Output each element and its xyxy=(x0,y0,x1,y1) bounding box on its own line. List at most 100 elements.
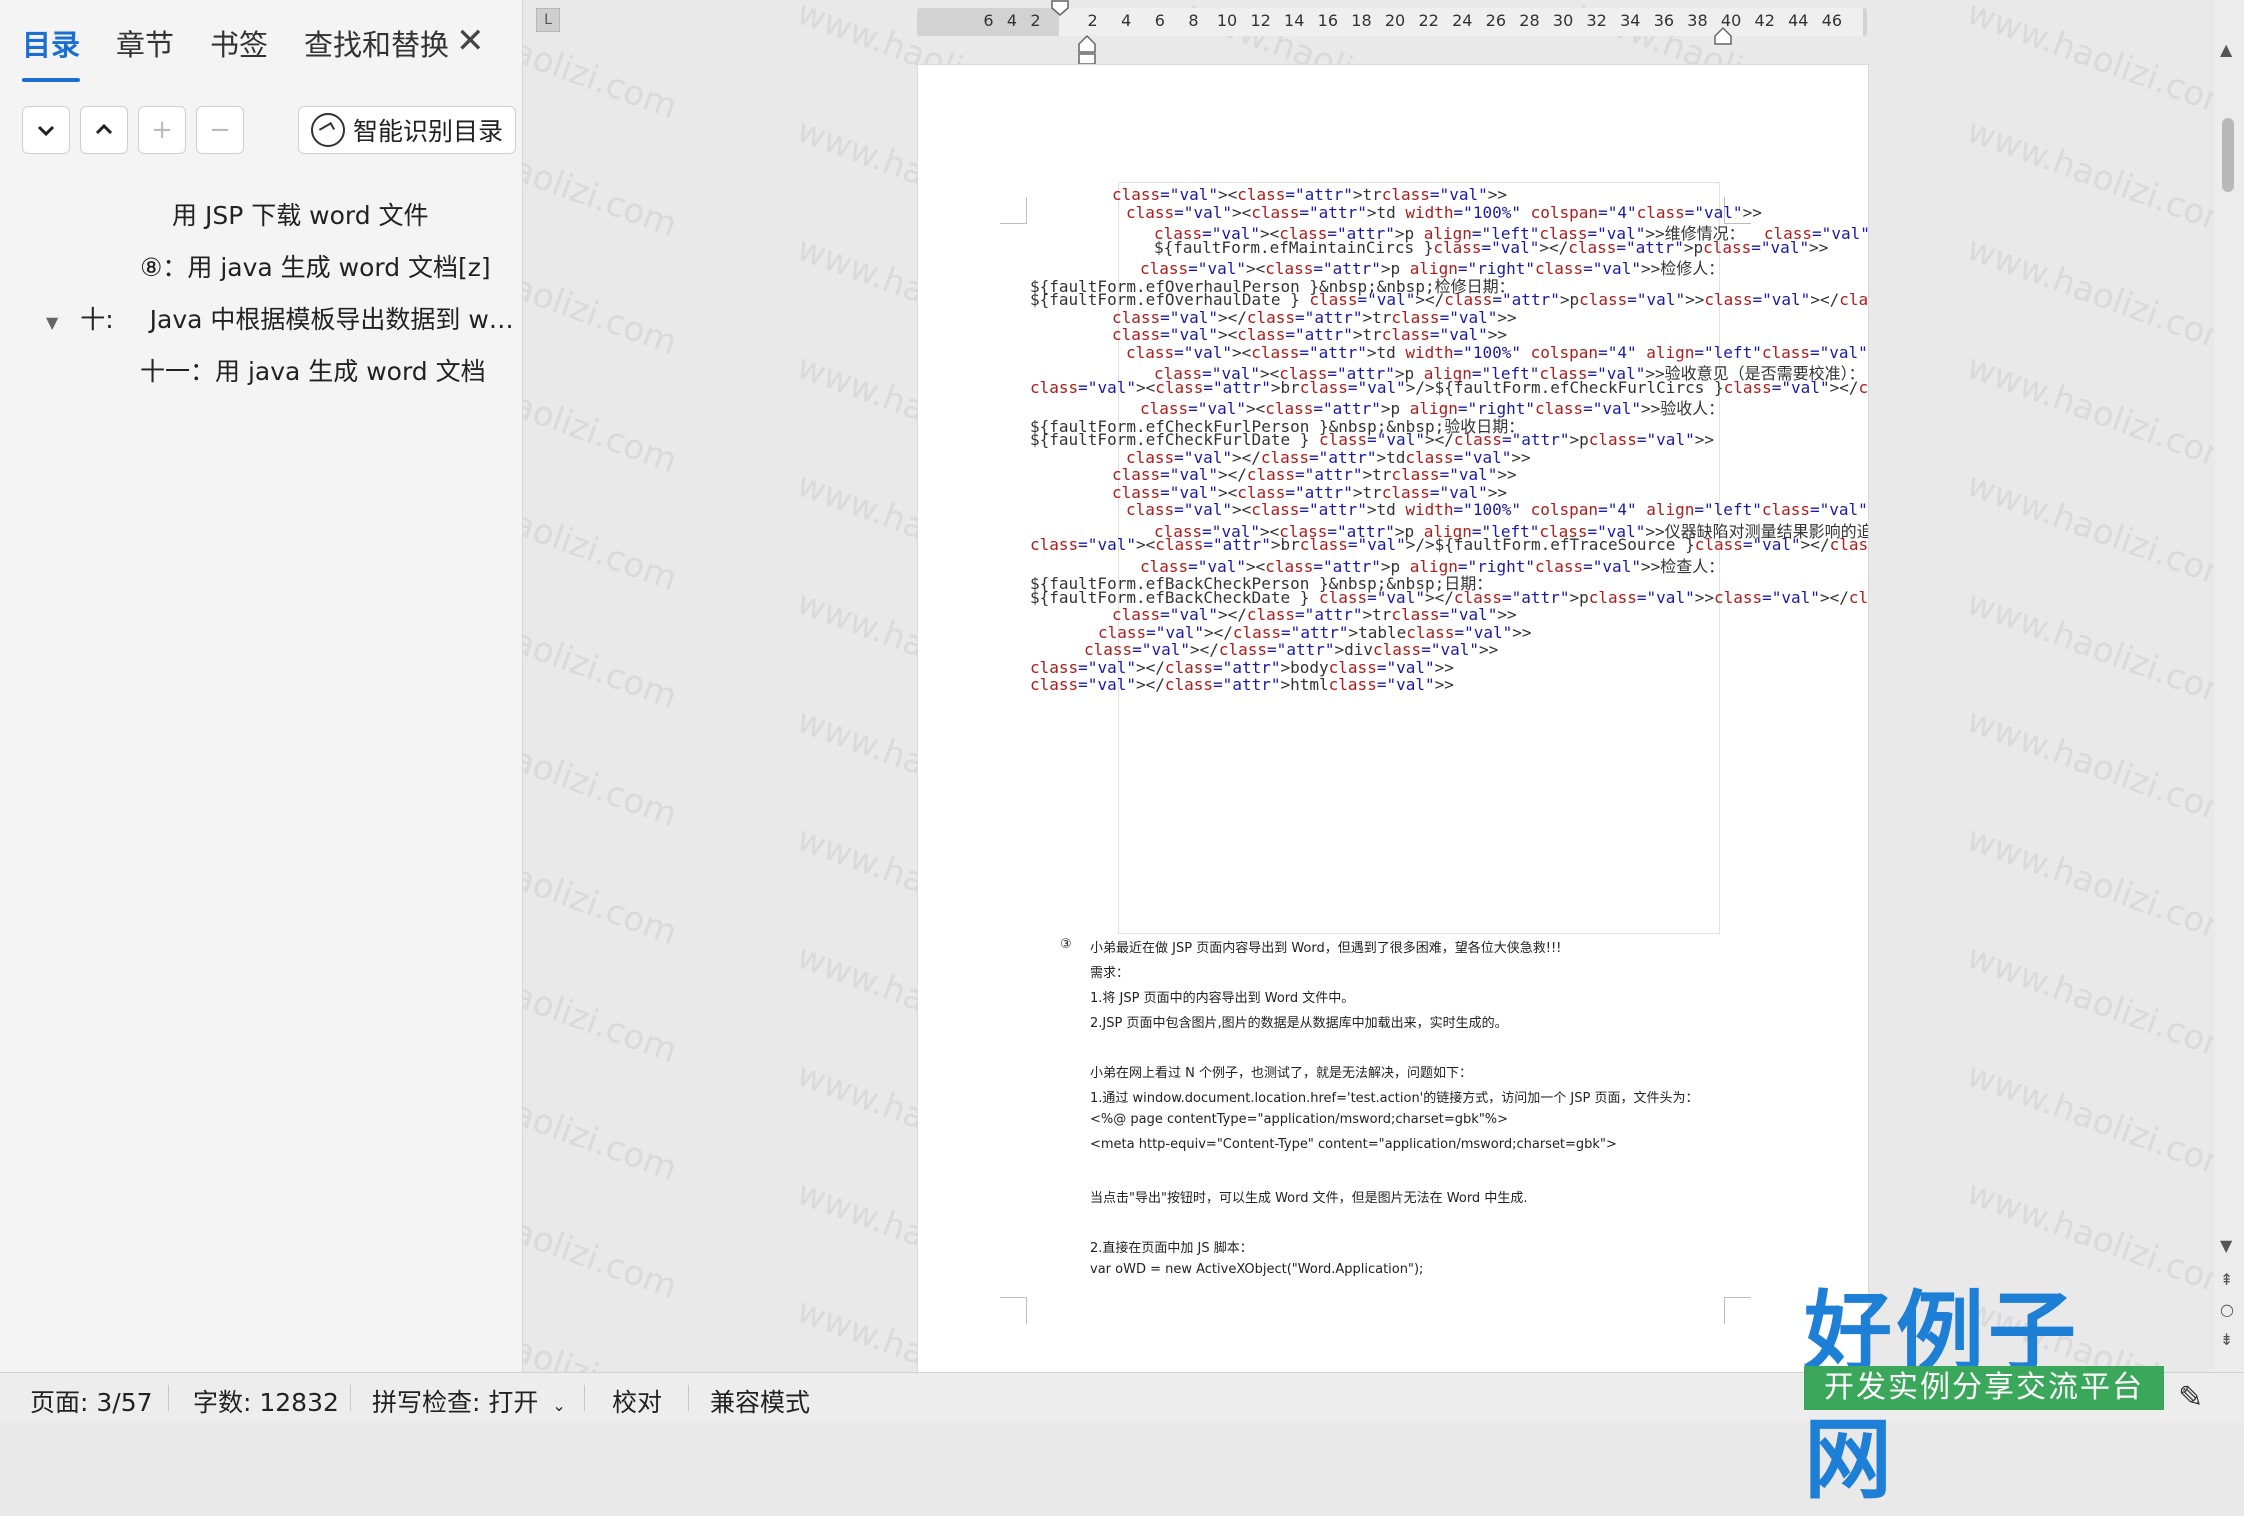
ruler-number: 26 xyxy=(1485,11,1507,30)
scroll-up-icon[interactable]: ▲ xyxy=(2220,40,2232,59)
watermark-text: www.haolizi.com xyxy=(1961,464,2243,600)
ruler-number: 18 xyxy=(1351,11,1372,30)
dropdown-caret-icon: ⌄ xyxy=(552,1396,566,1415)
paragraph-line: <meta http-equiv="Content-Type" content=… xyxy=(1090,1137,1617,1152)
crop-mark xyxy=(1724,1297,1751,1324)
watermark-text: www.haolizi.com xyxy=(1961,818,2243,954)
collapse-triangle-icon[interactable]: ▼ xyxy=(46,313,58,332)
word-count[interactable]: 字数: 12832 xyxy=(193,1383,339,1419)
document-page[interactable]: class="val"><class="attr">trclass="val">… xyxy=(917,64,1869,1374)
paragraph-line: 小弟在网上看过 N 个例子，也测试了，就是无法解决，问题如下： xyxy=(1090,1066,1472,1081)
paragraph-line: 2.JSP 页面中包含图片,图片的数据是从数据库中加载出来，实时生成的。 xyxy=(1090,1016,1508,1031)
tab-stop-selector[interactable]: L xyxy=(536,8,560,32)
code-line: class="val"></class="attr">bodyclass="va… xyxy=(1030,657,1454,677)
toc-item-expandable[interactable]: ▼ 十: Java 中根据模板导出数据到 w… xyxy=(46,300,514,336)
smart-toc-button[interactable]: 智能识别目录 xyxy=(298,106,517,154)
vertical-scrollbar[interactable]: ▲ ▼ ⇞ ○ ⇟ xyxy=(2214,0,2244,1372)
paragraph-line: var oWD = new ActiveXObject("Word.Applic… xyxy=(1090,1262,1424,1277)
ruler-number: 46 xyxy=(1821,11,1843,30)
pen-icon[interactable]: ✎ xyxy=(2178,1380,2203,1415)
site-logo: 好例子网 开发实例分享交流平台 xyxy=(1800,1262,2166,1511)
ruler-number: 38 xyxy=(1687,11,1708,30)
watermark-text: www.haolizi.com xyxy=(1961,700,2243,836)
ruler-number: 4 xyxy=(1121,11,1132,30)
minus-icon: − xyxy=(209,115,231,145)
watermark-text: www.haolizi.com xyxy=(1961,582,2243,718)
ruler-number: 20 xyxy=(1384,11,1406,30)
close-pane-icon[interactable]: ✕ xyxy=(456,24,485,58)
ruler-number: 6 xyxy=(1154,11,1165,30)
next-page-icon[interactable]: ⇟ xyxy=(2220,1330,2233,1349)
code-line: class="val"><class="attr">brclass="val">… xyxy=(1030,377,1869,397)
ruler-number: 12 xyxy=(1250,11,1271,30)
code-line: class="val"><class="attr">td width="100%… xyxy=(1126,202,1762,222)
paragraph-line: 小弟最近在做 JSP 页面内容导出到 Word，但遇到了很多困难，望各位大侠急救… xyxy=(1090,941,1562,956)
tab-bookmarks[interactable]: 书签 xyxy=(210,22,268,72)
crop-mark xyxy=(1000,1297,1027,1324)
watermark-text: www.haolizi.com xyxy=(1961,110,2243,246)
code-line: class="val"><class="attr">trclass="val">… xyxy=(1112,185,1507,204)
chevron-up-icon xyxy=(95,123,113,135)
add-entry-button[interactable]: + xyxy=(138,106,186,154)
list-marker: ③ xyxy=(1060,937,1072,952)
tab-toc[interactable]: 目录 xyxy=(22,22,81,82)
toc-item[interactable]: ⑧：用 java 生成 word 文档[z] xyxy=(140,248,491,284)
ruler-number: 8 xyxy=(1188,11,1199,30)
toc-item[interactable]: 十一：用 java 生成 word 文档 xyxy=(140,352,486,388)
ruler-number: 24 xyxy=(1452,11,1473,30)
tab-find-replace[interactable]: 查找和替换 xyxy=(304,22,449,72)
paragraph-line: <%@ page contentType="application/msword… xyxy=(1090,1112,1509,1127)
tab-chapters[interactable]: 章节 xyxy=(116,22,174,72)
divider xyxy=(350,1385,351,1411)
code-line: ${faultForm.efOverhaulDate } class="val"… xyxy=(1030,290,1869,309)
divider xyxy=(168,1385,169,1411)
page-indicator[interactable]: 页面: 3/57 xyxy=(30,1383,153,1419)
crop-mark xyxy=(1000,197,1027,224)
paragraph-line: 1.通过 window.document.location.href='test… xyxy=(1090,1091,1699,1106)
proofread-button[interactable]: 校对 xyxy=(612,1383,662,1419)
ruler-number: 32 xyxy=(1586,11,1607,30)
code-line: class="val"><class="attr">td width="100%… xyxy=(1126,500,1868,519)
smart-detect-icon xyxy=(311,113,345,147)
watermark-text: www.haolizi.com xyxy=(1961,1054,2243,1190)
compat-mode-label: 兼容模式 xyxy=(710,1388,811,1417)
code-line: class="val"><class="attr">brclass="val">… xyxy=(1030,535,1869,554)
watermark-text: www.haolizi.com xyxy=(1961,346,2243,482)
watermark-text: www.haolizi.com xyxy=(1961,936,2243,1072)
ruler-number: 30 xyxy=(1552,11,1574,30)
scrollbar-thumb[interactable] xyxy=(2222,118,2234,192)
toc-item[interactable]: 用 JSP 下载 word 文件 xyxy=(172,196,429,232)
left-indent-marker[interactable] xyxy=(1077,26,1097,66)
first-line-indent-marker[interactable] xyxy=(1051,0,1069,20)
ruler-number: 2 xyxy=(1030,11,1041,30)
horizontal-ruler[interactable]: 6 4 2 2 4 6 8 10 12 14 16 18 20 22 24 26 28 30 32 34 36 38 40 4… xyxy=(917,0,1867,65)
ruler-number: 28 xyxy=(1519,11,1540,30)
remove-entry-button[interactable]: − xyxy=(196,106,244,154)
divider xyxy=(584,1385,585,1411)
nav-tabs: 目录 章节 书签 查找和替换 xyxy=(22,22,485,82)
navigation-pane: 目录 章节 书签 查找和替换 ✕ + − 智能识别目录 用 JSP 下载 wor… xyxy=(0,0,523,1372)
code-line: class="val"></class="attr">tableclass="v… xyxy=(1098,622,1532,642)
chevron-down-icon xyxy=(37,125,55,137)
ruler-number: 6 xyxy=(983,11,994,30)
select-browse-icon[interactable]: ○ xyxy=(2220,1300,2234,1319)
watermark-text: www.haolizi.com xyxy=(1961,0,2243,128)
toc-toolbar: + − 智能识别目录 xyxy=(22,106,517,154)
code-line: class="val"></class="attr">trclass="val"… xyxy=(1112,605,1517,624)
prev-page-icon[interactable]: ⇞ xyxy=(2220,1270,2233,1289)
code-line: ${faultForm.efBackCheckDate } class="val… xyxy=(1030,587,1869,607)
scroll-down-icon[interactable]: ▼ xyxy=(2220,1236,2232,1255)
paragraph-line: 1.将 JSP 页面中的内容导出到 Word 文件中。 xyxy=(1090,991,1355,1006)
ruler-number: 14 xyxy=(1284,11,1305,30)
collapse-up-button[interactable] xyxy=(80,106,128,154)
spell-check-toggle[interactable]: 拼写检查: 打开 ⌄ xyxy=(372,1383,566,1419)
ruler-number: 36 xyxy=(1653,11,1675,30)
ruler-number: 4 xyxy=(1006,11,1018,30)
code-line: class="val"><class="attr">td width="100%… xyxy=(1126,342,1868,362)
right-indent-marker[interactable] xyxy=(1713,24,1733,46)
ruler-number: 34 xyxy=(1620,11,1641,30)
plus-icon: + xyxy=(151,115,173,145)
ruler-number: 10 xyxy=(1216,11,1238,30)
expand-down-button[interactable] xyxy=(22,106,70,154)
smart-toc-label: 智能识别目录 xyxy=(353,117,504,146)
